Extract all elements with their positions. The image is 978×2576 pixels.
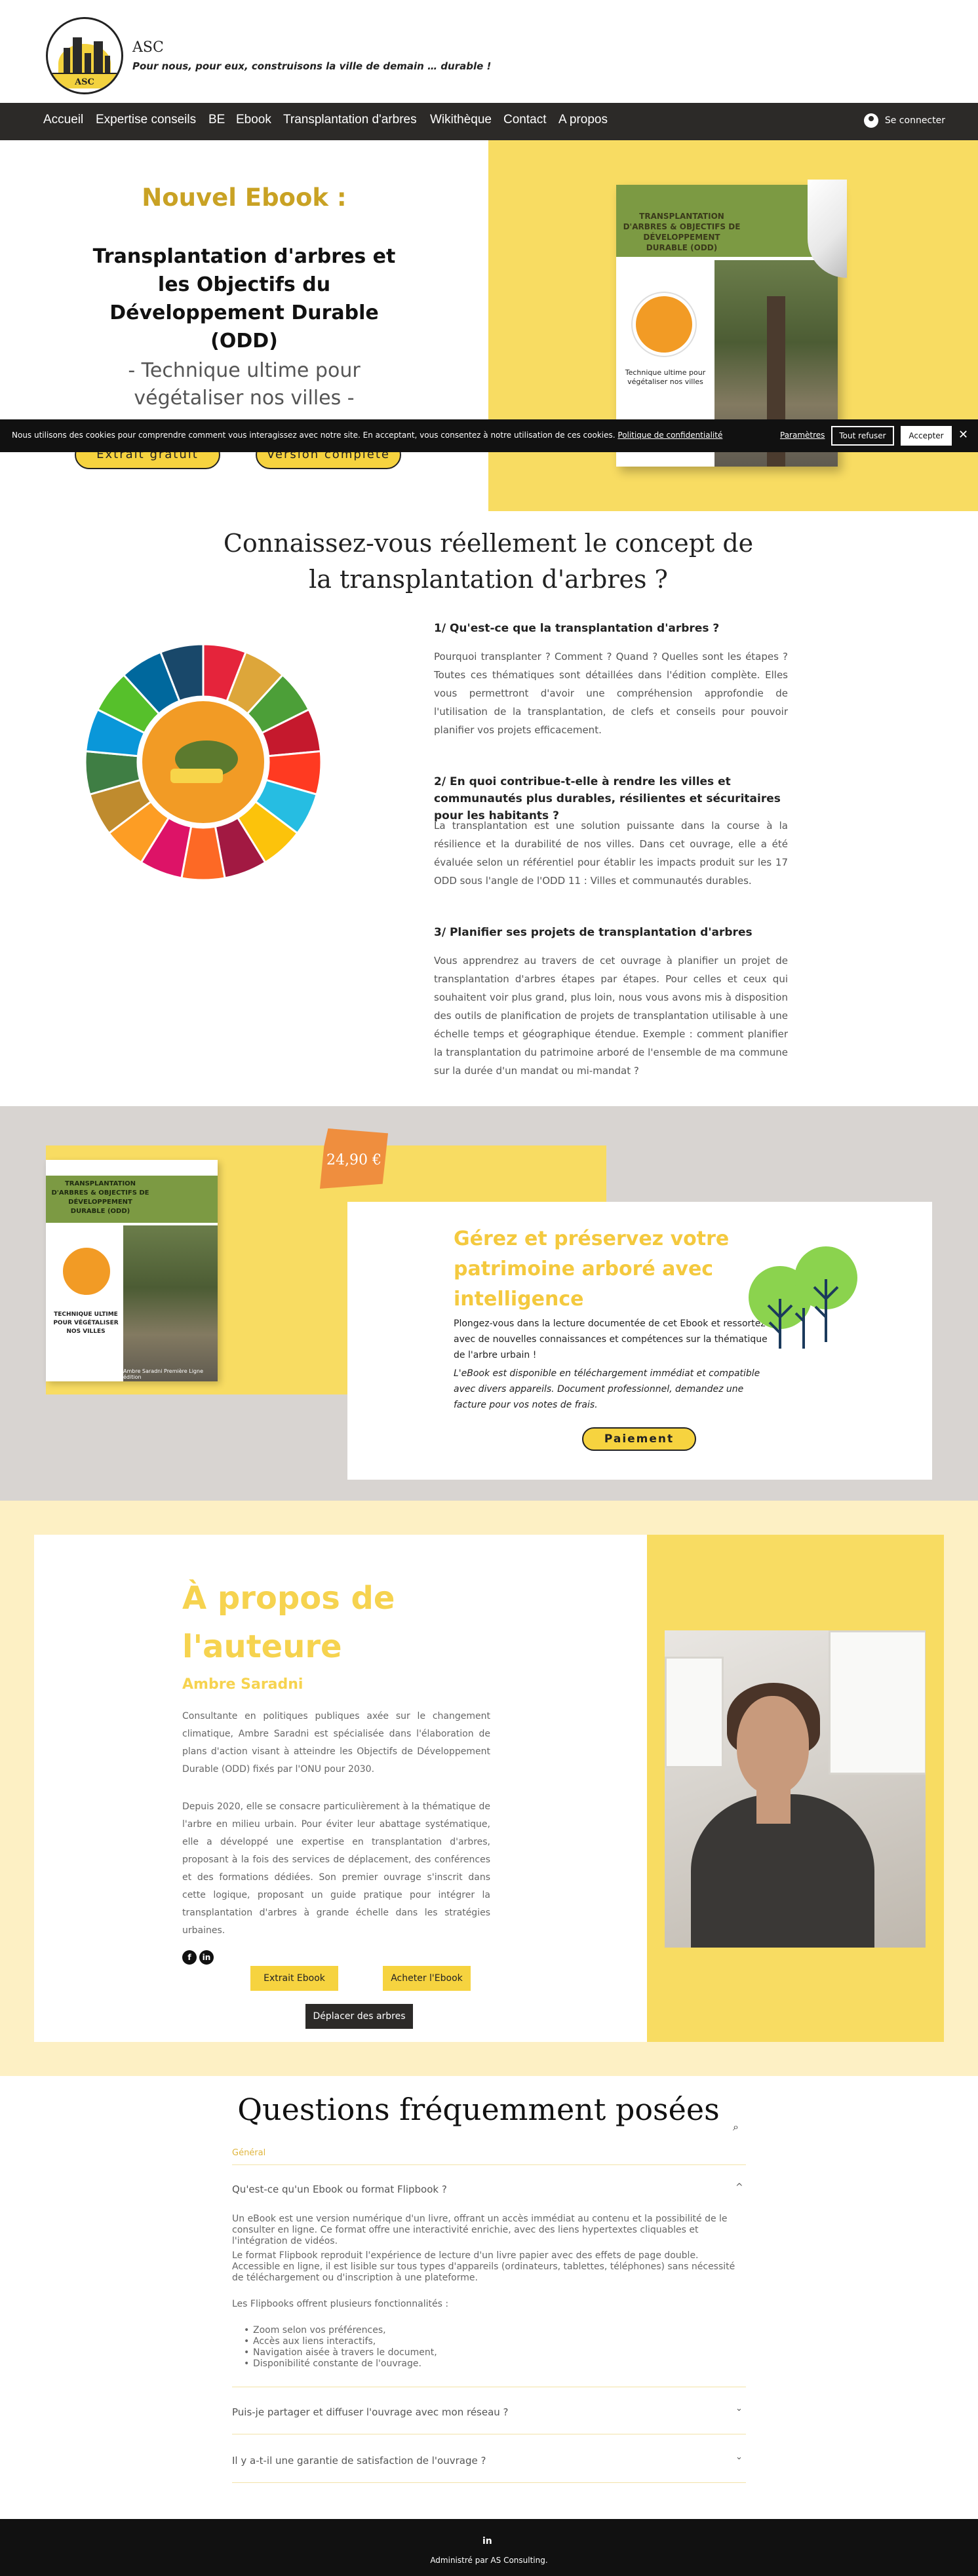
trees-icon xyxy=(749,1246,857,1349)
question-1-title: 1/ Qu'est-ce que la transplantation d'ar… xyxy=(434,622,720,635)
login-button[interactable]: Se connecter xyxy=(863,113,945,128)
purchase-cover-caption: TECHNIQUE ULTIME POUR VÉGÉTALISER NOS VI… xyxy=(53,1311,119,1335)
user-avatar-icon xyxy=(863,113,878,128)
author-name: Ambre Saradni xyxy=(182,1676,303,1693)
faq-answer-1-p3: Les Flipbooks offrent plusieurs fonction… xyxy=(232,2299,449,2309)
site-logo[interactable]: ASC xyxy=(46,17,123,94)
search-icon[interactable]: ⌕ xyxy=(733,2121,739,2134)
question-3-title: 3/ Planifier ses projets de transplantat… xyxy=(434,926,753,939)
chevron-down-icon[interactable]: ⌄ xyxy=(735,2404,743,2413)
login-label: Se connecter xyxy=(884,115,945,126)
question-1-body: Pourquoi transplanter ? Comment ? Quand … xyxy=(434,651,788,736)
facebook-icon[interactable]: f xyxy=(182,1950,197,1965)
nav-item-transplantation[interactable]: Transplantation d'arbres xyxy=(283,113,417,127)
faq-question-2[interactable]: Puis-je partager et diffuser l'ouvrage a… xyxy=(232,2406,509,2418)
author-bio-1: Consultante en politiques publiques axée… xyxy=(182,1711,490,1775)
question-3-body: Vous apprendrez au travers de cet ouvrag… xyxy=(434,955,788,1077)
faq-answer-1-p1: Un eBook est une version numérique d'un … xyxy=(232,2214,728,2246)
cover-caption: Technique ultime pour végétaliser nos vi… xyxy=(625,368,706,386)
cookie-settings-link[interactable]: Paramètres xyxy=(780,431,825,440)
author-buy-button[interactable]: Acheter l'Ebook xyxy=(383,1966,471,1991)
site-footer xyxy=(0,2519,978,2576)
list-item: Navigation aisée à travers le document, xyxy=(244,2347,437,2358)
accept-button[interactable]: Accepter xyxy=(901,426,952,446)
nav-item-a-propos[interactable]: A propos xyxy=(558,113,608,127)
author-heading: À propos de l'auteure xyxy=(182,1580,395,1665)
hero-subtitle: - Technique ultime pour végétaliser nos … xyxy=(128,359,361,410)
nav-item-be[interactable]: BE xyxy=(208,113,225,127)
author-extract-button[interactable]: Extrait Ebook xyxy=(250,1966,338,1991)
question-2-body: La transplantation est une solution puis… xyxy=(434,820,788,887)
chevron-down-icon[interactable]: ⌄ xyxy=(735,2452,743,2462)
logo-text: ASC xyxy=(75,77,94,87)
brand-name[interactable]: ASC xyxy=(132,39,164,56)
move-trees-button[interactable]: Déplacer des arbres xyxy=(305,2004,413,2029)
faq-answer-1-p2: Le format Flipbook reproduit l'expérienc… xyxy=(232,2250,735,2283)
nav-item-accueil[interactable]: Accueil xyxy=(43,113,83,127)
purchase-note: L'eBook est disponible en téléchargement… xyxy=(454,1368,760,1410)
nav-item-expertise[interactable]: Expertise conseils xyxy=(96,113,196,127)
privacy-link[interactable]: Politique de confidentialité xyxy=(617,431,722,440)
list-item: Disponibilité constante de l'ouvrage. xyxy=(244,2358,421,2370)
close-icon[interactable]: ✕ xyxy=(958,428,968,442)
footer-linkedin-icon[interactable]: in xyxy=(482,2536,492,2547)
refuse-all-button[interactable]: Tout refuser xyxy=(831,426,894,446)
truck-shape xyxy=(170,769,223,783)
divider xyxy=(232,2482,746,2483)
faq-category-tab[interactable]: Général xyxy=(232,2148,265,2158)
purchase-cover-illustration xyxy=(60,1245,113,1298)
chevron-up-icon[interactable]: ^ xyxy=(735,2182,743,2193)
list-item: Zoom selon vos préférences, xyxy=(244,2325,386,2336)
purchase-cover-title: TRANSPLANTATION D'ARBRES & OBJECTIFS DE … xyxy=(51,1180,149,1215)
hero-book-title: Transplantation d'arbres et les Objectif… xyxy=(92,245,396,353)
nav-item-ebook[interactable]: Ebook xyxy=(236,113,271,127)
divider xyxy=(232,2164,746,2165)
faq-question-1[interactable]: Qu'est-ce qu'un Ebook ou format Flipbook… xyxy=(232,2183,447,2195)
faq-title: Questions fréquemment posées xyxy=(237,2092,720,2127)
cookie-text: Nous utilisons des cookies pour comprend… xyxy=(12,431,723,440)
cookie-banner: Nous utilisons des cookies pour comprend… xyxy=(0,419,978,452)
nav-item-contact[interactable]: Contact xyxy=(503,113,546,127)
purchase-book-cover: TRANSPLANTATION D'ARBRES & OBJECTIFS DE … xyxy=(46,1160,218,1381)
list-item: Accès aux liens interactifs, xyxy=(244,2336,376,2347)
site-header: ASC ASC Pour nous, pour eux, construison… xyxy=(0,0,978,103)
author-portrait xyxy=(665,1630,926,1948)
faq-question-3[interactable]: Il y a-t-il une garantie de satisfaction… xyxy=(232,2455,486,2467)
purchase-cover-footer: Ambre Saradni Première Ligne édition xyxy=(123,1368,203,1380)
main-nav: Accueil Expertise conseils BE Ebook Tran… xyxy=(0,103,978,140)
concept-title: Connaissez-vous réellement le concept de… xyxy=(223,529,754,594)
hero-title: Nouvel Ebook : xyxy=(142,183,347,212)
sdg-wheel-icon xyxy=(84,643,323,881)
site-tagline: Pour nous, pour eux, construisons la vil… xyxy=(132,60,492,72)
cover-illustration xyxy=(633,293,695,356)
purchase-text: Plongez-vous dans la lecture documentée … xyxy=(454,1318,768,1360)
price-label: 24,90 € xyxy=(326,1152,381,1168)
author-bio-2: Depuis 2020, elle se consacre particuliè… xyxy=(182,1801,490,1936)
nav-item-wikitheque[interactable]: Wikithèque xyxy=(430,113,492,127)
linkedin-icon[interactable]: in xyxy=(199,1950,214,1965)
payment-button[interactable]: Paiement xyxy=(582,1427,696,1451)
cover-title: TRANSPLANTATION D'ARBRES & OBJECTIFS DE … xyxy=(623,212,741,252)
footer-text: Administré par AS Consulting. xyxy=(430,2556,548,2565)
